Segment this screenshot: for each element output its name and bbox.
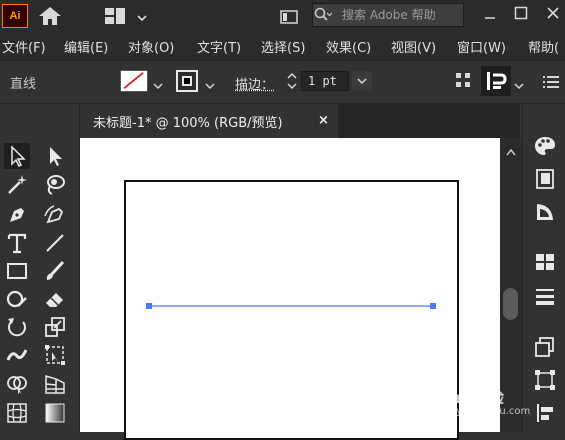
perspective-grid-tool-icon[interactable]: [42, 371, 68, 397]
direct-selection-tool-icon[interactable]: [42, 143, 68, 169]
menu-object[interactable]: 对象(O): [128, 37, 174, 56]
chevron-down-icon[interactable]: [514, 76, 524, 86]
color-panel-icon[interactable]: [532, 133, 558, 159]
anchor-point-end: [430, 303, 436, 309]
stroke-panel-icon[interactable]: [532, 283, 558, 309]
tab-close-button[interactable]: ×: [318, 113, 329, 128]
workspace-layout-icon[interactable]: [104, 7, 126, 25]
mesh-tool-icon[interactable]: [4, 400, 30, 426]
line-segment-tool-icon[interactable]: [42, 230, 68, 256]
fill-swatch[interactable]: [120, 70, 148, 92]
layers-panel-icon[interactable]: [532, 334, 558, 360]
selected-line-path[interactable]: [140, 296, 440, 316]
lasso-tool-icon[interactable]: [42, 172, 68, 198]
menu-type[interactable]: 文字(T): [197, 37, 241, 56]
stroke-weight-stepper[interactable]: [285, 70, 299, 92]
chevron-down-icon[interactable]: [153, 76, 163, 86]
stroke-swatch[interactable]: [176, 70, 198, 92]
menu-file[interactable]: 文件(F): [2, 37, 46, 56]
close-icon[interactable]: [546, 5, 560, 19]
scale-tool-icon[interactable]: [42, 314, 68, 340]
color-guide-panel-icon[interactable]: [532, 199, 558, 225]
rotate-tool-icon[interactable]: [4, 314, 30, 340]
watermark-text: Bai 经验: [438, 384, 504, 408]
align-panel-icon[interactable]: [532, 400, 558, 426]
menu-edit[interactable]: 编辑(E): [64, 37, 108, 56]
eraser-tool-icon[interactable]: [42, 286, 68, 312]
selected-object-type: 直线: [10, 73, 36, 92]
free-transform-tool-icon[interactable]: [42, 342, 68, 368]
shape-builder-tool-icon[interactable]: [4, 371, 30, 397]
transform-panel-icon[interactable]: [532, 367, 558, 393]
menu-window[interactable]: 窗口(W): [457, 37, 506, 56]
properties-panel-button[interactable]: [481, 66, 511, 96]
arrange-documents-icon[interactable]: [280, 9, 298, 23]
anchor-point-start: [146, 303, 152, 309]
curvature-tool-icon[interactable]: [42, 202, 68, 228]
type-tool-icon[interactable]: [4, 230, 30, 256]
shaper-tool-icon[interactable]: [4, 286, 30, 312]
document-tab-title[interactable]: 未标题-1* @ 100% (RGB/预览): [93, 112, 283, 131]
stroke-weight-label[interactable]: 描边：: [235, 74, 274, 93]
menu-help[interactable]: 帮助(: [528, 37, 559, 56]
paintbrush-tool-icon[interactable]: [42, 258, 68, 284]
chevron-down-icon[interactable]: [136, 9, 148, 21]
app-logo: Ai: [2, 4, 28, 28]
warp-tool-icon[interactable]: [4, 342, 30, 368]
menu-icon[interactable]: [543, 74, 559, 88]
align-icon[interactable]: [455, 72, 471, 88]
stroke-weight-dropdown[interactable]: [352, 71, 372, 91]
menu-view[interactable]: 视图(V): [391, 37, 436, 56]
stroke-weight-input[interactable]: 1 pt: [301, 71, 349, 91]
libraries-panel-icon[interactable]: [532, 166, 558, 192]
search-icon: [314, 7, 332, 23]
chevron-down-icon[interactable]: [205, 76, 215, 86]
watermark-url: jingyan.baidu.com: [438, 406, 530, 417]
scrollbar-thumb[interactable]: [503, 288, 518, 320]
scroll-up-icon[interactable]: [505, 142, 517, 152]
gradient-tool-icon[interactable]: [42, 400, 68, 426]
magic-wand-tool-icon[interactable]: [4, 172, 30, 198]
menu-select[interactable]: 选择(S): [261, 37, 305, 56]
rectangle-tool-icon[interactable]: [4, 258, 30, 284]
selection-tool-icon[interactable]: [4, 143, 30, 169]
maximize-icon[interactable]: [514, 5, 528, 19]
pen-tool-icon[interactable]: [4, 202, 30, 228]
minimize-icon[interactable]: [484, 6, 496, 18]
search-placeholder: 搜索 Adobe 帮助: [342, 6, 436, 23]
swatches-panel-icon[interactable]: [532, 249, 558, 275]
menu-effect[interactable]: 效果(C): [326, 37, 371, 56]
home-icon[interactable]: [38, 6, 62, 26]
